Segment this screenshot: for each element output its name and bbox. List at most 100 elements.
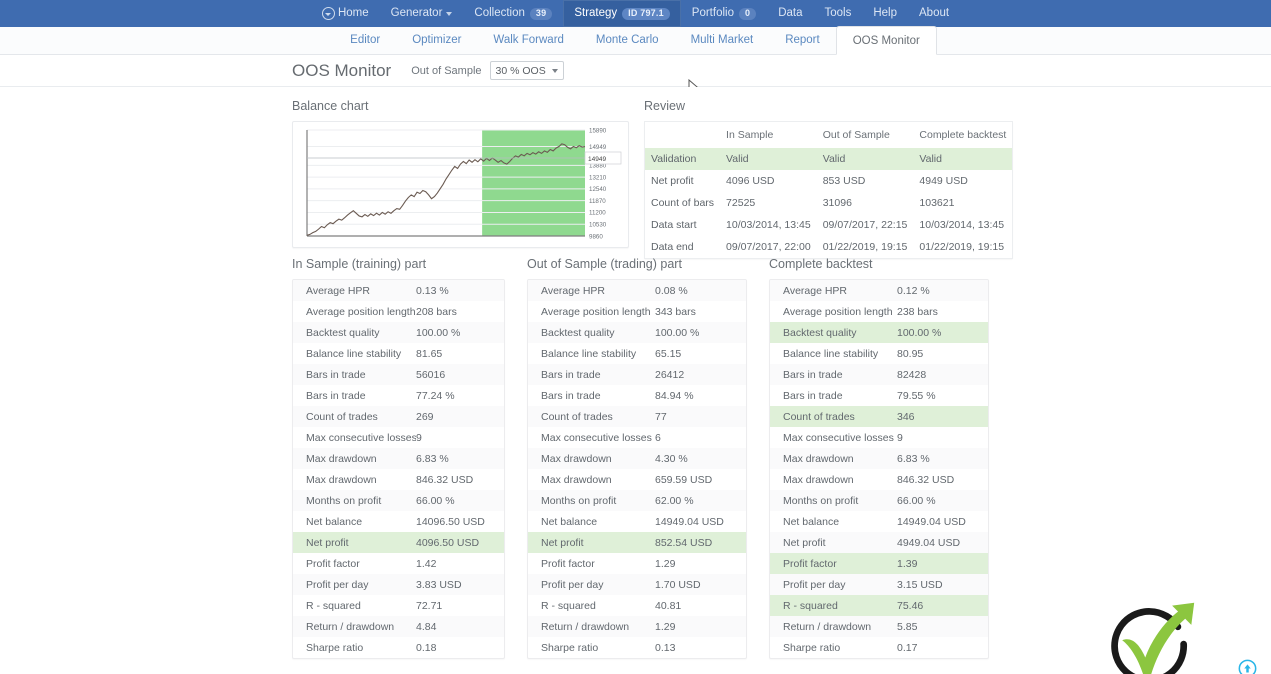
tab-editor[interactable]: Editor <box>334 26 396 54</box>
in-sample-stat-value: 0.13 % <box>416 284 449 297</box>
in-sample-stat-key: Net profit <box>306 536 349 549</box>
nav-item-data[interactable]: Data <box>767 0 813 27</box>
review-title: Review <box>644 99 685 113</box>
review-cell: Valid <box>913 148 1013 170</box>
in-sample-stat-row: Balance line stability 81.65 <box>293 343 504 364</box>
out-of-sample-stat-row: Profit factor 1.29 <box>528 553 746 574</box>
scroll-to-top-button[interactable] <box>1238 659 1257 674</box>
review-cell: 09/07/2017, 22:00 <box>726 241 811 253</box>
nav-item-generator[interactable]: Generator <box>380 0 464 27</box>
in-sample-stat-row: Sharpe ratio 0.18 <box>293 637 504 658</box>
complete-backtest-stat-row: Profit per day 3.15 USD <box>770 574 988 595</box>
in-sample-stat-row: Months on profit 66.00 % <box>293 490 504 511</box>
page-header: OOS Monitor Out of Sample 30 % OOS <box>0 55 1271 87</box>
tab-optimizer[interactable]: Optimizer <box>396 26 477 54</box>
chart-tooltip-value: 14949 <box>588 156 606 163</box>
in-sample-stat-row: R - squared 72.71 <box>293 595 504 616</box>
out-of-sample-stat-row: Months on profit 62.00 % <box>528 490 746 511</box>
in-sample-stat-row: Average position length 208 bars <box>293 301 504 322</box>
out-of-sample-stat-row: Profit per day 1.70 USD <box>528 574 746 595</box>
tab-report[interactable]: Report <box>769 26 836 54</box>
complete-backtest-stat-row: Return / drawdown 5.85 <box>770 616 988 637</box>
out-of-sample-stat-key: Average position length <box>541 305 651 318</box>
in-sample-stat-value: 6.83 % <box>416 452 449 465</box>
review-cell: 01/22/2019, 19:15 <box>919 241 1005 253</box>
in-sample-stat-row: Max consecutive losses 9 <box>293 427 504 448</box>
in-sample-title: In Sample (training) part <box>292 257 427 271</box>
svg-text:10530: 10530 <box>589 222 607 229</box>
nav-home-label: Home <box>337 7 369 19</box>
nav-about-label: About <box>919 7 950 19</box>
nav-item-strategy[interactable]: Strategy ID 797.1 <box>563 0 681 27</box>
portfolio-count-badge: 0 <box>738 7 757 20</box>
in-sample-stat-row: Return / drawdown 4.84 <box>293 616 504 637</box>
complete-backtest-stat-row: Net balance 14949.04 USD <box>770 511 988 532</box>
complete-backtest-stat-row: Average position length 238 bars <box>770 301 988 322</box>
review-row: Data end 09/07/2017, 22:00 01/22/2019, 19:… <box>645 236 1013 259</box>
in-sample-stat-key: Profit per day <box>306 578 369 591</box>
nav-item-tools[interactable]: Tools <box>813 0 862 27</box>
complete-backtest-stat-row: Backtest quality 100.00 % <box>770 322 988 343</box>
complete-backtest-stat-key: Return / drawdown <box>783 620 872 633</box>
in-sample-stat-key: Months on profit <box>306 494 382 507</box>
out-of-sample-stat-row: Max consecutive losses 6 <box>528 427 746 448</box>
out-of-sample-stat-value: 65.15 <box>655 347 682 360</box>
review-cell: 72525 <box>726 197 756 209</box>
out-of-sample-stat-key: Max drawdown <box>541 452 612 465</box>
tab-walk-forward[interactable]: Walk Forward <box>477 26 580 54</box>
complete-backtest-stat-row: Average HPR 0.12 % <box>770 280 988 301</box>
chart-y-tick-labels: 1589014949138801321012540118701120010530… <box>589 127 607 240</box>
tab-oos-monitor[interactable]: OOS Monitor <box>835 26 937 55</box>
nav-item-collection[interactable]: Collection 39 <box>463 0 563 27</box>
in-sample-stat-key: Backtest quality <box>306 326 380 339</box>
in-sample-stat-row: Backtest quality 100.00 % <box>293 322 504 343</box>
out-of-sample-label: Out of Sample <box>411 64 482 77</box>
nav-item-about[interactable]: About <box>908 0 960 27</box>
review-row: Validation Valid Valid Valid <box>644 148 1013 170</box>
balance-chart-card[interactable]: 15890 14949 13880 13210 12540 11870 11200 10530… <box>292 121 629 248</box>
review-header-row: In Sample Out of Sample Complete backtes… <box>645 122 1013 149</box>
complete-backtest-stat-row: Profit factor 1.39 <box>770 553 988 574</box>
review-cell: Valid <box>720 148 817 170</box>
tab-monte-carlo[interactable]: Monte Carlo <box>580 26 675 54</box>
tab-multi-market-label: Multi Market <box>690 34 754 46</box>
out-of-sample-stat-key: Average HPR <box>541 284 606 297</box>
out-of-sample-stat-value: 77 <box>655 410 667 423</box>
complete-backtest-stat-value: 9 <box>897 431 903 444</box>
complete-backtest-stat-key: Bars in trade <box>783 389 843 402</box>
out-of-sample-stat-row: Average position length 343 bars <box>528 301 746 322</box>
strategy-id-badge: ID 797.1 <box>622 7 670 20</box>
out-of-sample-stat-value: 343 bars <box>655 305 696 318</box>
out-of-sample-stat-value: 100.00 % <box>655 326 700 339</box>
out-of-sample-stat-value: 1.29 <box>655 620 676 633</box>
chevron-down-icon <box>551 68 558 73</box>
complete-backtest-stat-value: 80.95 <box>897 347 924 360</box>
nav-item-home[interactable]: Home <box>311 0 380 27</box>
in-sample-stat-key: Average position length <box>306 305 416 318</box>
tab-multi-market[interactable]: Multi Market <box>675 26 770 54</box>
in-sample-stat-value: 100.00 % <box>416 326 461 339</box>
in-sample-column: In Sample (training) part Average HPR 0.1… <box>292 257 505 659</box>
nav-item-portfolio[interactable]: Portfolio 0 <box>681 0 767 27</box>
out-of-sample-stat-key: Profit per day <box>541 578 604 591</box>
in-sample-stat-key: Max drawdown <box>306 452 377 465</box>
complete-backtest-stat-value: 5.85 <box>897 620 918 633</box>
out-of-sample-stat-value: 84.94 % <box>655 389 694 402</box>
complete-backtest-stat-value: 0.17 <box>897 641 918 654</box>
review-row-label: Count of bars <box>651 197 715 209</box>
nav-help-label: Help <box>873 7 897 19</box>
complete-backtest-stat-value: 75.46 <box>897 599 924 612</box>
complete-backtest-stat-key: Balance line stability <box>783 347 879 360</box>
oos-percent-select[interactable]: 30 % OOS <box>489 61 564 80</box>
complete-backtest-stat-key: Average position length <box>783 305 893 318</box>
review-cell: 853 USD <box>822 175 866 187</box>
out-of-sample-stat-value: 4.30 % <box>655 452 688 465</box>
complete-backtest-stat-value: 238 bars <box>897 305 938 318</box>
out-of-sample-stat-value: 0.13 <box>655 641 676 654</box>
complete-backtest-stat-key: Count of trades <box>783 410 855 423</box>
out-of-sample-stat-value: 26412 <box>655 368 685 381</box>
in-sample-stat-row: Bars in trade 77.24 % <box>293 385 504 406</box>
out-of-sample-stat-key: Profit factor <box>541 557 595 570</box>
svg-text:13210: 13210 <box>589 174 607 181</box>
nav-item-help[interactable]: Help <box>862 0 908 27</box>
